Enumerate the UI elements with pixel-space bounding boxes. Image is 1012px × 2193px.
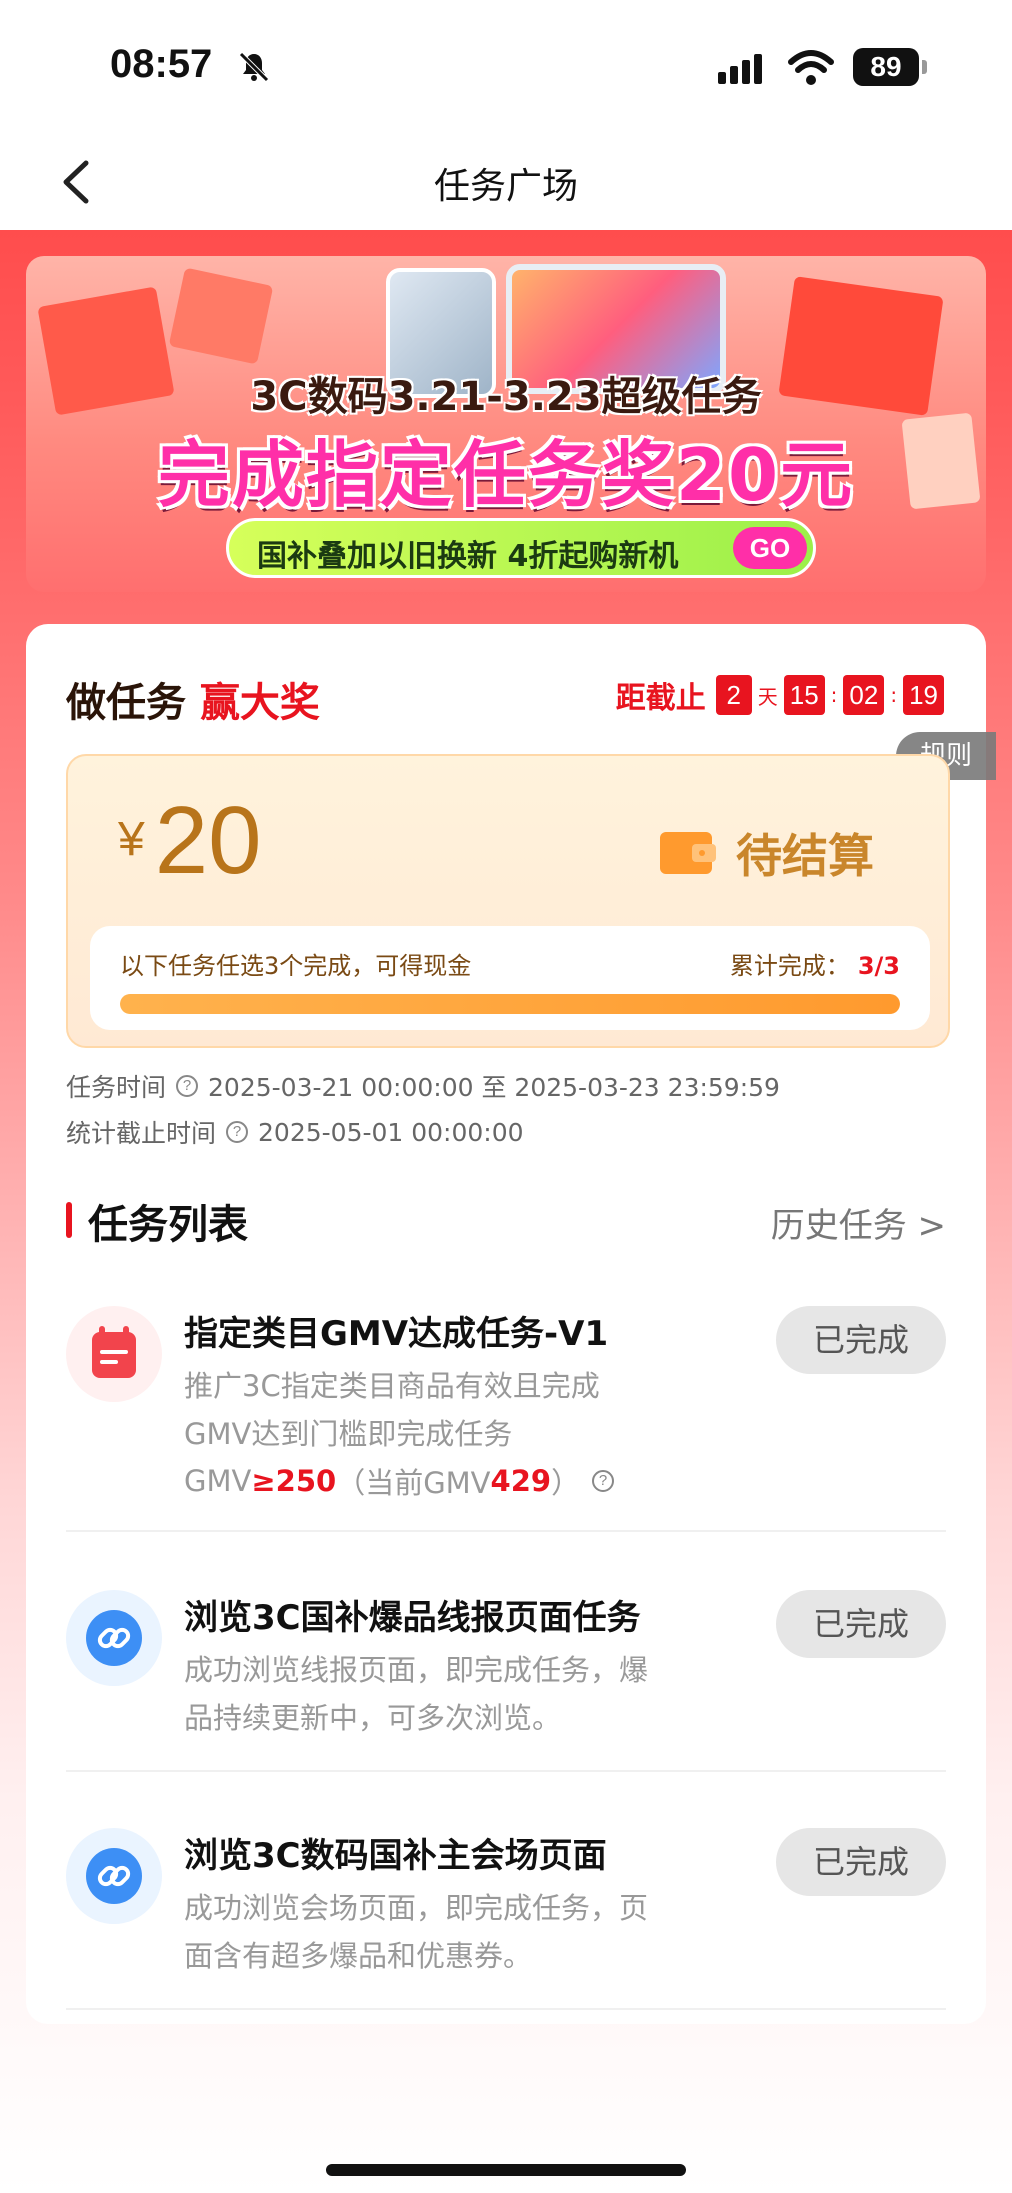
promo-title: 做任务 赢大奖	[66, 670, 320, 728]
task-description: 成功浏览线报页面，即完成任务，爆 品持续更新中，可多次浏览。	[184, 1646, 664, 1742]
task-status-button[interactable]: 已完成	[776, 1306, 946, 1374]
task-description-line: 成功浏览线报页面，即完成任务，爆	[184, 1653, 649, 1687]
banner-go-button[interactable]: GO	[733, 527, 807, 569]
task-card: 做任务 赢大奖 距截止 2 天 15 : 02 : 19 规则 ¥20 待结算 …	[26, 624, 996, 2024]
wifi-icon	[788, 50, 834, 85]
help-icon[interactable]: ?	[226, 1121, 249, 1143]
countdown-minutes: 02	[843, 675, 885, 715]
countdown-day-unit: 天	[757, 684, 778, 709]
progress-bar-fill	[120, 994, 900, 1014]
task-status-button[interactable]: 已完成	[776, 1828, 946, 1896]
task-description-line: 品持续更新中，可多次浏览。	[184, 1701, 562, 1735]
task-icon	[66, 1306, 162, 1402]
signal-icon	[718, 54, 762, 84]
reward-amount: ¥20	[118, 786, 261, 896]
progress-card: 以下任务任选3个完成，可得现金 累计完成： 3/3	[90, 926, 930, 1030]
wallet-icon	[660, 832, 716, 874]
bell-off-icon	[239, 52, 269, 82]
task-description-line: 面含有超多爆品和优惠券。	[184, 1939, 533, 1973]
progress-count-label: 累计完成：	[729, 952, 850, 980]
gmv-current-prefix: （当前GMV	[336, 1466, 491, 1500]
gmv-current-suffix: ）	[551, 1466, 581, 1500]
stat-deadline-row: 统计截止时间 ? 2025-05-01 00:00:00	[66, 1114, 524, 1150]
task-item[interactable]: 浏览3C国补爆品线报页面任务 成功浏览线报页面，即完成任务，爆 品持续更新中，可…	[66, 1572, 946, 1772]
status-time: 08:57	[110, 42, 213, 86]
help-icon[interactable]: ?	[176, 1075, 199, 1097]
reward-currency: ¥	[118, 813, 145, 866]
progress-description: 以下任务任选3个完成，可得现金	[120, 952, 472, 980]
calendar-icon	[92, 1326, 136, 1378]
progress-bar	[120, 994, 900, 1014]
promo-banner[interactable]: 3C数码3.21-3.23超级任务 完成指定任务奖20元 国补叠加以旧换新 4折…	[26, 256, 986, 592]
task-title: 浏览3C数码国补主会场页面	[184, 1836, 607, 1876]
task-description: 成功浏览会场页面，即完成任务，页 面含有超多爆品和优惠券。	[184, 1884, 664, 1980]
promo-title-highlight: 赢大奖	[199, 680, 320, 726]
task-time-row: 任务时间 ? 2025-03-21 00:00:00 至 2025-03-23 …	[66, 1068, 780, 1104]
task-description: 推广3C指定类目商品有效且完成 GMV达到门槛即完成任务	[184, 1362, 664, 1458]
help-icon[interactable]: ?	[592, 1470, 615, 1492]
task-list-header: 任务列表 历史任务 >	[66, 1192, 946, 1248]
banner-cta-pill[interactable]: 国补叠加以旧换新 4折起购新机 GO	[226, 518, 816, 578]
banner-decor-box	[168, 267, 274, 365]
progress-count-value: 3/3	[857, 952, 900, 980]
task-icon	[66, 1590, 162, 1686]
countdown-hours: 15	[783, 675, 825, 715]
task-title: 浏览3C国补爆品线报页面任务	[184, 1598, 641, 1638]
task-title: 指定类目GMV达成任务-V1	[184, 1314, 609, 1354]
link-icon	[86, 1848, 142, 1904]
banner-headline: 完成指定任务奖20元	[157, 433, 855, 517]
gmv-threshold: ≥250	[251, 1464, 337, 1498]
task-icon	[66, 1828, 162, 1924]
banner-subtitle: 3C数码3.21-3.23超级任务	[250, 374, 762, 420]
countdown-seconds: 19	[903, 675, 944, 715]
countdown-separator: :	[890, 683, 898, 707]
task-description-line: 成功浏览会场页面，即完成任务，页	[184, 1891, 649, 1925]
page-title: 任务广场	[433, 166, 578, 207]
gmv-current: 429	[490, 1464, 552, 1498]
task-item[interactable]: 指定类目GMV达成任务-V1 推广3C指定类目商品有效且完成 GMV达到门槛即完…	[66, 1288, 946, 1532]
battery-indicator: 89	[853, 48, 919, 86]
stat-deadline-label: 统计截止时间	[66, 1119, 217, 1148]
promo-title-prefix: 做任务	[66, 680, 186, 726]
gmv-prefix: GMV	[184, 1464, 252, 1498]
countdown-separator: :	[830, 683, 838, 707]
task-gmv-row: GMV ≥250 （当前GMV 429 ） ?	[184, 1460, 615, 1502]
section-accent-bar	[66, 1202, 72, 1238]
task-status-button[interactable]: 已完成	[776, 1590, 946, 1658]
reward-status: 待结算	[736, 829, 874, 883]
progress-count: 累计完成： 3/3	[730, 946, 900, 981]
stat-deadline-value: 2025-05-01 00:00:00	[258, 1117, 524, 1147]
task-item[interactable]: 浏览3C数码国补主会场页面 成功浏览会场页面，即完成任务，页 面含有超多爆品和优…	[66, 1810, 946, 2010]
task-time-label: 任务时间	[66, 1073, 167, 1102]
task-list-title: 任务列表	[88, 1202, 248, 1248]
history-tasks-link[interactable]: 历史任务 >	[771, 1198, 946, 1247]
countdown-days: 2	[715, 675, 752, 715]
task-description-line: GMV达到门槛即完成任务	[184, 1417, 513, 1451]
countdown: 距截止 2 天 15 : 02 : 19	[616, 674, 944, 716]
status-bar: 08:57 89	[0, 0, 1012, 135]
banner-cta-text: 国补叠加以旧换新 4折起购新机	[257, 539, 679, 574]
reward-box: ¥20 待结算 以下任务任选3个完成，可得现金 累计完成： 3/3	[66, 754, 950, 1048]
battery-nub	[922, 60, 927, 74]
link-icon	[86, 1610, 142, 1666]
countdown-label: 距截止	[615, 681, 706, 716]
reward-value: 20	[154, 787, 262, 894]
nav-bar: 任务广场	[0, 135, 1012, 230]
task-description-line: 推广3C指定类目商品有效且完成	[184, 1369, 600, 1403]
home-indicator[interactable]	[326, 2164, 686, 2176]
task-time-value: 2025-03-21 00:00:00 至 2025-03-23 23:59:5…	[208, 1073, 780, 1102]
